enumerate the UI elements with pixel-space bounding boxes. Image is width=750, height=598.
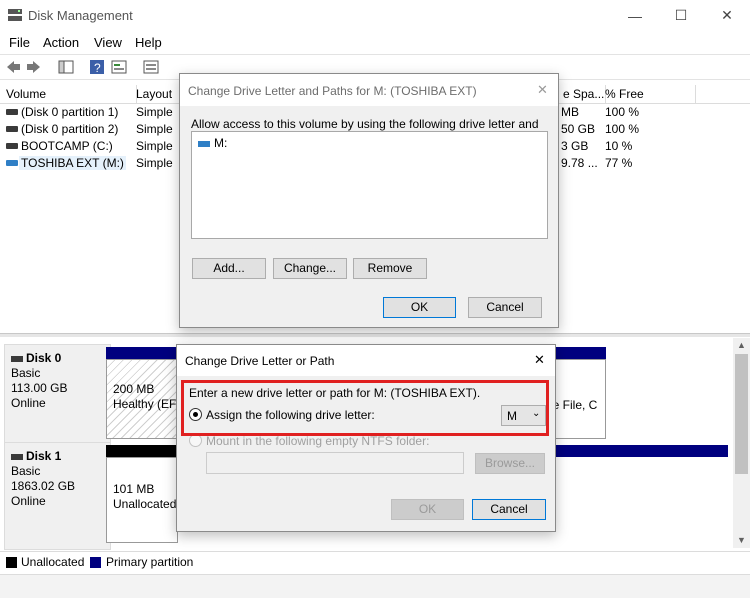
maximize-icon: ☐ (674, 7, 688, 23)
menu-action[interactable]: Action (43, 35, 79, 50)
drive-icon (6, 126, 18, 132)
volume-layout: Simple (136, 122, 173, 136)
drive-letter-paths-dialog: Change Drive Letter and Paths for M: (TO… (179, 73, 559, 328)
ok-button[interactable]: OK (383, 297, 456, 318)
volume-name: BOOTCAMP (C:) (21, 139, 113, 153)
disk-0-label[interactable]: Disk 0 Basic 113.00 GB Online (4, 344, 111, 448)
properties-icon[interactable] (111, 59, 127, 75)
cancel-button[interactable]: Cancel (468, 297, 542, 318)
menu-view[interactable]: View (94, 35, 122, 50)
volume-free-space: 9.78 ... (561, 156, 598, 170)
disk-0-partition-1[interactable]: 200 MB Healthy (EF (106, 359, 178, 439)
remove-button[interactable]: Remove (353, 258, 427, 279)
dialog-title-bar: Change Drive Letter or Path ✕ (177, 345, 555, 376)
paths-list[interactable]: M: (191, 131, 548, 239)
disk-name: Disk 1 (26, 449, 62, 463)
drive-icon (6, 143, 18, 149)
folder-path-input[interactable] (206, 452, 464, 474)
console-tree-icon[interactable] (58, 59, 74, 75)
close-icon: ✕ (721, 7, 733, 23)
pane-splitter[interactable] (0, 333, 750, 337)
disk-icon (11, 355, 23, 362)
disk-size: 1863.02 GB (11, 479, 76, 493)
disk-type: Basic (11, 464, 41, 478)
disk-icon (11, 453, 23, 460)
disk-type: Basic (11, 366, 41, 380)
disk-management-icon (8, 9, 22, 21)
help-icon[interactable]: ? (89, 59, 105, 75)
change-button[interactable]: Change... (273, 258, 347, 279)
status-bar (0, 574, 750, 598)
primary-swatch (90, 557, 101, 568)
path-item[interactable]: M: (198, 136, 227, 150)
close-icon[interactable]: ✕ (534, 352, 545, 368)
volume-layout: Simple (136, 105, 173, 119)
path-item-label: M: (214, 136, 228, 150)
volume-percent-free: 10 % (605, 139, 633, 153)
partition-status: Unallocated (113, 497, 177, 511)
minimize-icon: — (628, 7, 642, 24)
scroll-up-icon[interactable]: ▲ (737, 340, 746, 350)
forward-arrow-icon[interactable] (26, 59, 42, 75)
unallocated-swatch (6, 557, 17, 568)
browse-button[interactable]: Browse... (475, 453, 545, 474)
volume-percent-free: 100 % (605, 122, 640, 136)
volume-free-space: 3 GB (561, 139, 589, 153)
maximize-button[interactable]: ☐ (658, 0, 704, 31)
close-icon[interactable]: ✕ (537, 82, 548, 98)
column-percent-free[interactable]: % Free (599, 85, 696, 104)
usb-drive-icon (6, 160, 18, 166)
dialog-title-bar: Change Drive Letter and Paths for M: (TO… (180, 74, 558, 106)
dialog-title: Change Drive Letter and Paths for M: (TO… (188, 84, 477, 98)
disk-status: Online (11, 396, 46, 410)
minimize-button[interactable]: — (612, 0, 658, 31)
close-button[interactable]: ✕ (704, 0, 750, 31)
title-bar: Disk Management — ☐ ✕ (0, 0, 750, 31)
menu-help[interactable]: Help (135, 35, 162, 50)
menu-bar: File Action View Help (0, 32, 750, 52)
svg-text:?: ? (94, 61, 101, 75)
disk-1-unallocated[interactable]: 101 MB Unallocated (106, 457, 178, 543)
volume-name: TOSHIBA EXT (M:) (19, 156, 126, 170)
unallocated-bar (106, 445, 178, 457)
disk-map-scrollbar[interactable]: ▲ ▼ (733, 338, 750, 548)
disk-status: Online (11, 494, 46, 508)
partition-size: 200 MB (113, 382, 155, 396)
volume-free-space: 50 GB (561, 122, 596, 136)
column-volume[interactable]: Volume (0, 85, 137, 104)
back-arrow-icon[interactable] (5, 59, 21, 75)
window-title: Disk Management (28, 8, 133, 23)
ok-button[interactable]: OK (391, 499, 464, 520)
highlight-box (181, 380, 549, 436)
disk-list-icon[interactable] (143, 59, 159, 75)
drive-icon (6, 109, 18, 115)
disk-name: Disk 0 (26, 351, 62, 365)
volume-percent-free: 77 % (605, 156, 633, 170)
cancel-button[interactable]: Cancel (472, 499, 546, 520)
legend: Unallocated Primary partition (0, 551, 750, 571)
legend-unallocated: Unallocated (21, 555, 85, 569)
dialog-title: Change Drive Letter or Path (185, 354, 335, 368)
volume-layout: Simple (136, 139, 173, 153)
menu-file[interactable]: File (9, 35, 30, 50)
volume-free-space: MB (561, 105, 579, 119)
volume-name: (Disk 0 partition 1) (21, 105, 119, 119)
disk-size: 113.00 GB (11, 381, 68, 395)
add-button[interactable]: Add... (192, 258, 266, 279)
usb-drive-icon (198, 140, 210, 147)
partition-size: 101 MB (113, 482, 155, 496)
disk-1-label[interactable]: Disk 1 Basic 1863.02 GB Online (4, 442, 111, 550)
change-drive-letter-dialog: Change Drive Letter or Path ✕ Enter a ne… (176, 344, 556, 532)
scroll-down-icon[interactable]: ▼ (737, 535, 746, 545)
scroll-thumb[interactable] (735, 354, 748, 474)
volume-layout: Simple (136, 156, 173, 170)
disk-1-partition-bar (553, 445, 728, 457)
legend-primary: Primary partition (106, 555, 194, 569)
volume-name: (Disk 0 partition 2) (21, 122, 119, 136)
volume-percent-free: 100 % (605, 105, 640, 119)
partition-status: Healthy (EF (113, 397, 177, 411)
mount-folder-label[interactable]: Mount in the following empty NTFS folder… (206, 434, 429, 448)
